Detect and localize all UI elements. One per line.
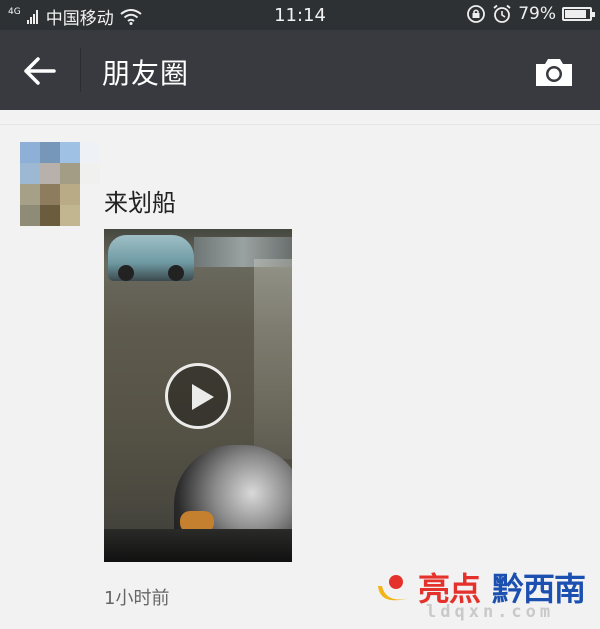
rotation-lock-icon <box>467 5 486 23</box>
post-text: 来划船 <box>104 189 176 217</box>
content-divider <box>0 124 600 125</box>
battery-percent: 79% <box>518 4 556 24</box>
video-thumbnail[interactable] <box>104 229 292 562</box>
battery-icon <box>562 7 595 21</box>
avatar[interactable] <box>20 142 100 226</box>
video-car-wheel <box>168 265 184 281</box>
play-icon[interactable] <box>165 363 231 429</box>
page-title: 朋友圈 <box>102 57 190 90</box>
status-bar: 4G 中国移动 11:14 79% <box>0 0 600 30</box>
video-water-reflection <box>254 259 292 459</box>
watermark-url: ldqxn.com <box>426 602 555 622</box>
battery-fill <box>565 10 586 18</box>
arrow-left-icon[interactable] <box>22 54 58 88</box>
title-bar: 朋友圈 <box>0 30 600 110</box>
video-foreground <box>104 529 292 562</box>
status-right: 79% <box>466 4 595 24</box>
video-car-wheel <box>118 265 134 281</box>
camera-icon[interactable] <box>534 56 574 88</box>
logo-swoosh-icon <box>378 575 410 601</box>
title-divider <box>80 48 81 92</box>
post-time: 1小时前 <box>104 588 170 609</box>
watermark-logo: 亮点 黔西南 ldqxn.com <box>374 562 596 624</box>
alarm-icon <box>493 4 511 23</box>
